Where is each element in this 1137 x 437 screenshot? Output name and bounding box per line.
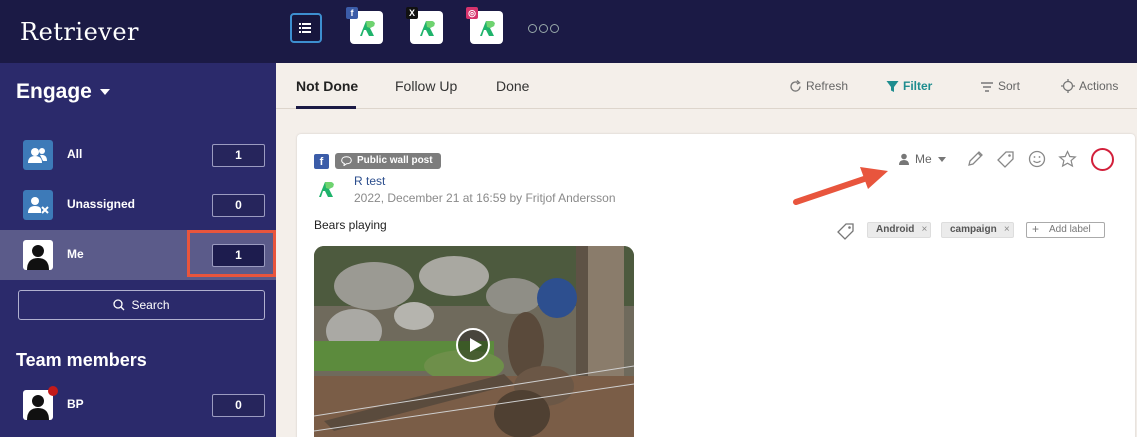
retriever-logo-icon [360, 21, 375, 36]
post-author-link[interactable]: R test [354, 174, 385, 188]
label-chip[interactable]: campaign × [941, 222, 1014, 238]
label-chip[interactable]: Android × [867, 222, 932, 238]
team-members-heading: Team members [16, 350, 147, 370]
star-icon[interactable] [1058, 150, 1077, 168]
retriever-logo-icon [420, 21, 435, 36]
add-label-button[interactable]: + Add label [1026, 222, 1105, 238]
channel-instagram[interactable]: ◎ [466, 7, 503, 44]
list-icon [299, 23, 301, 25]
remove-label-icon[interactable]: × [1004, 223, 1010, 237]
refresh-label: Refresh [806, 79, 849, 93]
channel-list-button[interactable] [290, 13, 322, 43]
label-text: campaign [950, 224, 997, 235]
sidebar-item-label: All [67, 147, 83, 161]
channel-facebook[interactable]: f [346, 7, 383, 44]
plus-icon: + [1032, 222, 1040, 236]
sort-button[interactable]: Sort [980, 79, 1020, 93]
post-meta: 2022, December 21 at 16:59 by Fritjof An… [354, 191, 616, 205]
comment-icon [341, 156, 352, 166]
actions-button[interactable]: Actions [1061, 79, 1118, 93]
sort-label: Sort [998, 79, 1021, 93]
remove-label-icon[interactable]: × [921, 223, 927, 237]
channel-x[interactable]: X [406, 7, 443, 44]
emoji-icon[interactable] [1028, 150, 1046, 168]
actions-label: Actions [1079, 79, 1119, 93]
play-icon[interactable] [456, 328, 490, 362]
facebook-icon: f [314, 154, 329, 169]
team-member-label: BP [67, 397, 84, 411]
sidebar-item-label: Unassigned [67, 197, 136, 211]
search-icon [113, 299, 125, 311]
post-type-label: Public wall post [357, 155, 433, 166]
search-label: Search [131, 298, 170, 312]
filter-label: Filter [903, 79, 933, 93]
status-tabs: Not Done Follow Up Done Refresh Filter S… [276, 63, 1137, 109]
post-card[interactable]: f Public wall post R test 2022, December… [297, 134, 1135, 437]
more-icon [528, 24, 537, 33]
sidebar-item-all[interactable]: All 1 [0, 130, 276, 180]
notification-dot [48, 386, 58, 396]
assignee-label: Me [915, 152, 932, 166]
brand-logo: Retriever [20, 18, 140, 46]
highlight-annotation [187, 230, 276, 277]
active-tab-indicator [296, 106, 356, 109]
assignee-dropdown[interactable]: Me [898, 152, 946, 166]
user-icon [899, 153, 909, 165]
engage-title: Engage [16, 80, 92, 103]
count-badge: 0 [212, 394, 265, 417]
top-bar: Retriever f X ◎ [0, 0, 1137, 63]
sidebar-item-unassigned[interactable]: Unassigned 0 [0, 180, 276, 230]
crosshair-icon [1061, 79, 1075, 93]
tab-follow-up[interactable]: Follow Up [395, 78, 457, 94]
caret-down-icon [937, 157, 946, 163]
refresh-button[interactable]: Refresh [789, 79, 848, 93]
user-x-icon [23, 190, 53, 220]
tag-icon [837, 223, 854, 240]
engage-menu[interactable]: Engage [16, 80, 110, 104]
refresh-icon [790, 80, 801, 92]
sort-icon [981, 82, 993, 92]
count-badge: 0 [212, 194, 265, 217]
filter-button[interactable]: Filter [886, 79, 932, 93]
sidebar-item-label: Me [67, 247, 84, 261]
pencil-icon[interactable] [966, 150, 984, 168]
tag-icon[interactable] [997, 150, 1015, 168]
tab-not-done[interactable]: Not Done [296, 78, 358, 94]
annotation-arrow [793, 167, 888, 205]
caret-down-icon [99, 89, 110, 96]
search-button[interactable]: Search [18, 290, 265, 320]
avatar-icon [23, 240, 53, 270]
count-badge: 1 [212, 144, 265, 167]
filter-icon [886, 81, 899, 92]
label-text: Android [876, 224, 915, 235]
post-text: Bears playing [314, 218, 387, 232]
retriever-logo-icon [319, 182, 334, 197]
status-toggle-button[interactable] [1091, 148, 1114, 171]
team-member-bp[interactable]: BP 0 [0, 380, 276, 430]
retriever-logo-icon [480, 21, 495, 36]
post-type-badge: Public wall post [335, 153, 441, 169]
tab-done[interactable]: Done [496, 78, 529, 94]
more-channels-button[interactable] [528, 24, 560, 34]
add-label-text: Add label [1049, 224, 1091, 235]
video-thumbnail[interactable] [314, 246, 634, 437]
users-icon [23, 140, 53, 170]
